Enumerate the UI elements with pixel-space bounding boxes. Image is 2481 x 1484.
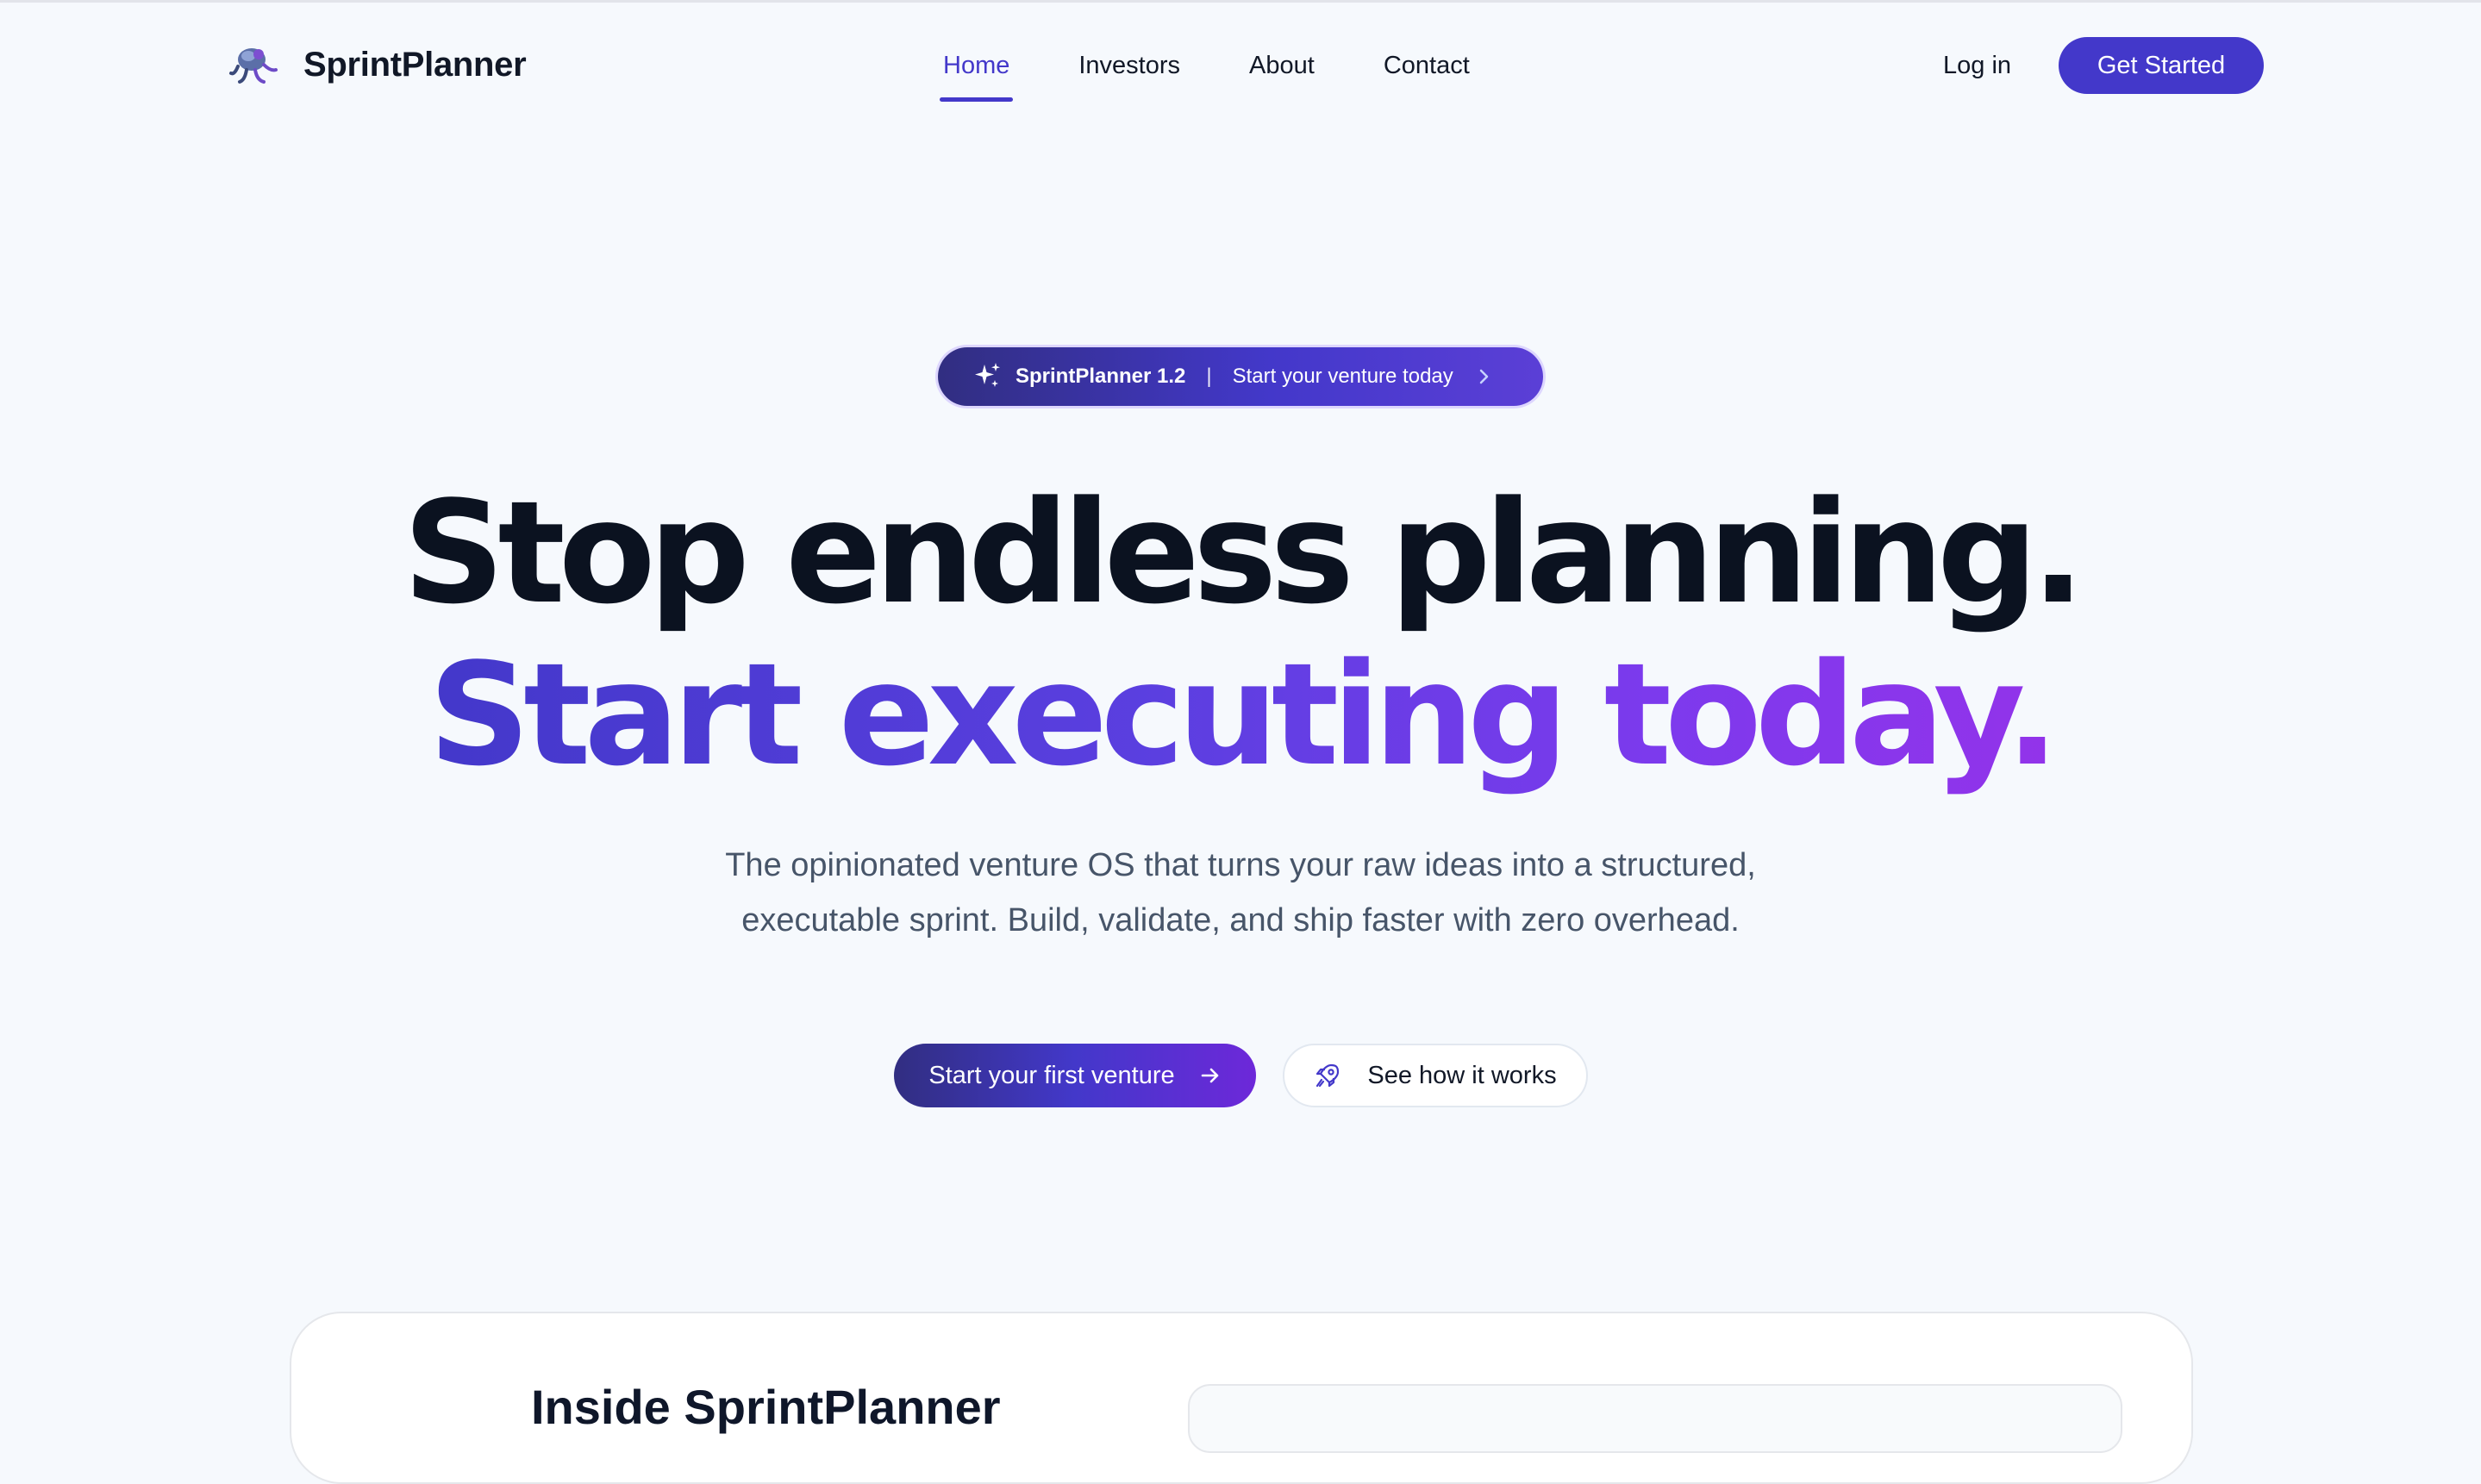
preview-title: Inside SprintPlanner: [531, 1380, 1001, 1434]
announcement-separator: |: [1206, 365, 1212, 388]
hero-title-line-2: Start executing today.: [0, 645, 2481, 786]
login-link[interactable]: Log in: [1943, 43, 2011, 88]
preview-panel: [1188, 1384, 2122, 1453]
rocket-icon: [1316, 1063, 1340, 1088]
brand-name: SprintPlanner: [303, 45, 527, 84]
sparkles-icon: [975, 363, 1000, 387]
nav-link-contact[interactable]: Contact: [1380, 43, 1473, 88]
hero-title-line-1: Stop endless planning.: [403, 471, 2084, 635]
hero-subtitle-line-2: executable sprint. Build, validate, and …: [741, 902, 1740, 938]
announcement-pill[interactable]: SprintPlanner 1.2 | Start your venture t…: [938, 347, 1543, 406]
top-navigation: SprintPlanner Home Investors About Conta…: [0, 0, 2481, 129]
start-first-venture-button[interactable]: Start your first venture: [894, 1044, 1256, 1107]
brand[interactable]: SprintPlanner: [226, 36, 527, 93]
announcement-version: SprintPlanner 1.2: [1016, 365, 1186, 388]
chevron-right-icon: [1479, 369, 1489, 384]
hero-title-gradient-text: Start executing today.: [422, 633, 2059, 820]
see-how-it-works-button[interactable]: See how it works: [1283, 1044, 1588, 1107]
nav-link-about[interactable]: About: [1246, 43, 1318, 88]
logo-icon: [229, 48, 278, 84]
see-how-it-works-label: See how it works: [1367, 1061, 1557, 1089]
announcement-text: Start your venture today: [1232, 365, 1453, 388]
nav-links: Home Investors About Contact: [940, 43, 1473, 102]
nav-link-home[interactable]: Home: [940, 43, 1014, 102]
arrow-right-icon: [1201, 1068, 1218, 1083]
nav-link-investors[interactable]: Investors: [1075, 43, 1184, 88]
get-started-button[interactable]: Get Started: [2059, 37, 2264, 94]
start-first-venture-label: Start your first venture: [928, 1061, 1175, 1089]
hero-subtitle-line-1: The opinionated venture OS that turns yo…: [725, 847, 1756, 883]
